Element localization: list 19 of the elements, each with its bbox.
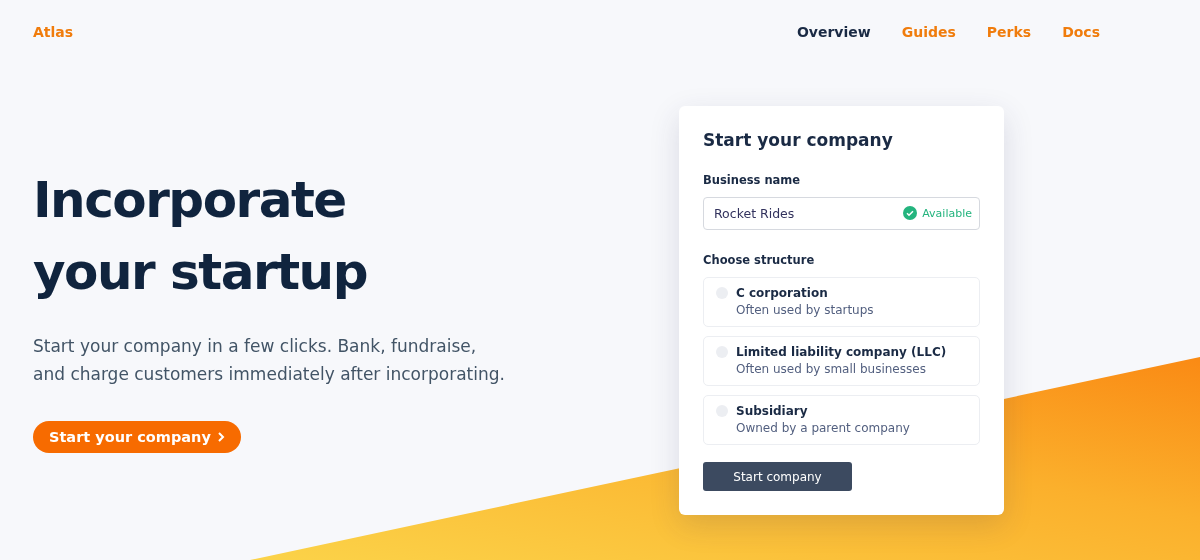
structure-option[interactable]: C corporation Often used by startups (703, 277, 980, 327)
structure-option[interactable]: Limited liability company (LLC) Often used by small businesses (703, 336, 980, 386)
card-title: Start your company (703, 130, 894, 150)
chevron-right-icon (216, 432, 225, 442)
option-description: Often used by small businesses (736, 362, 927, 376)
option-description: Often used by startups (736, 303, 874, 317)
field-label: Choose structure (703, 253, 816, 267)
check-circle-icon (903, 206, 918, 220)
field-label: Business name (703, 173, 802, 187)
hero-description: Start your company in a few clicks. Bank, fundraise, and charge customers immediately after incorporating. (33, 335, 506, 386)
hero-title: Incorporate your startup (33, 170, 368, 303)
nav-link[interactable]: Overview (796, 24, 871, 40)
option-title: Subsidiary (736, 404, 809, 418)
submit-button[interactable]: Start company (703, 462, 852, 491)
option-title: Limited liability company (LLC) (736, 345, 947, 359)
option-description: Owned by a parent company (736, 421, 910, 435)
structure-option[interactable]: Subsidiary Owned by a parent company (703, 395, 980, 445)
option-title: C corporation (736, 286, 829, 300)
status-text: Available (922, 206, 972, 220)
